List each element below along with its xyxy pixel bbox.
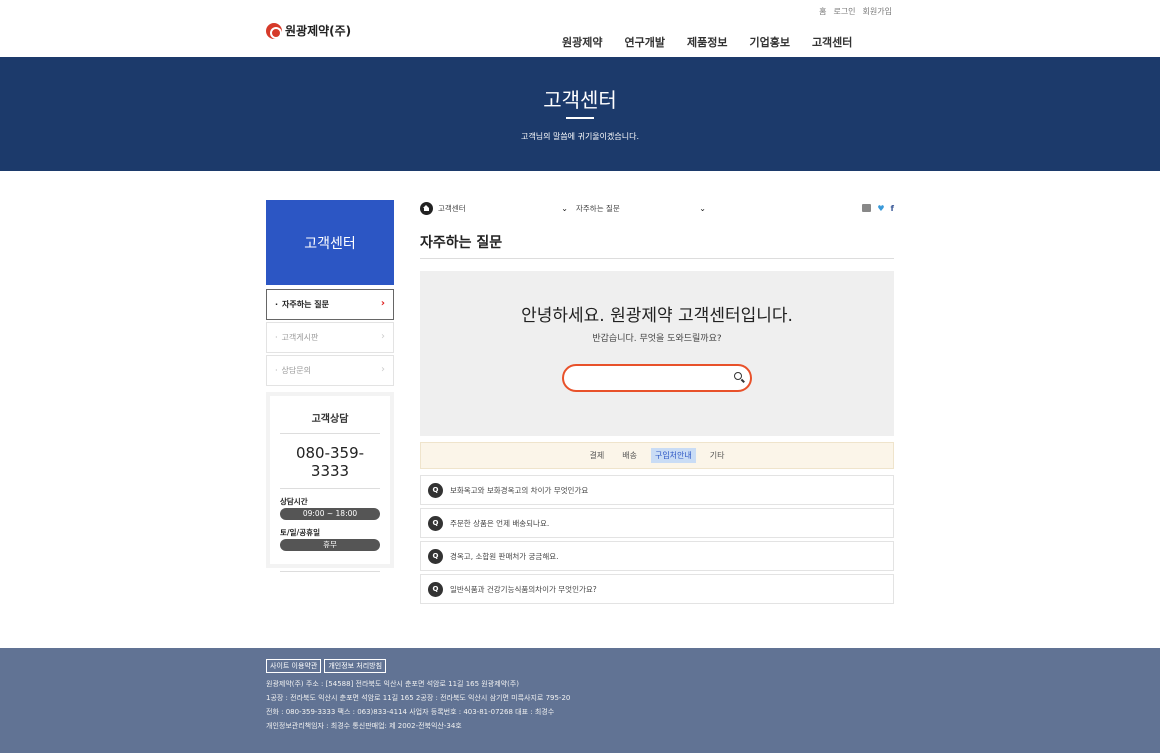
footer-contact-info: 전화 : 080-359-3333 팩스 : 063)833-4114 사업자 … <box>266 708 555 716</box>
search-subtext: 반갑습니다. 무엇을 도와드릴까요? <box>592 334 722 344</box>
search-input[interactable] <box>587 366 737 390</box>
lnb-item-label: 고객게시판 <box>281 333 319 342</box>
search-box <box>562 364 752 392</box>
main-nav: 원광제약 연구개발 제품정보 기업홍보 고객센터 <box>562 34 852 50</box>
tab-payment[interactable]: 결제 <box>585 448 608 463</box>
chevron-right-icon: › <box>381 331 385 342</box>
tab-store-guide[interactable]: 구입처안내 <box>650 448 696 463</box>
faq-search-panel: 안녕하세요. 원광제약 고객센터입니다. 반갑습니다. 무엇을 도와드릴까요? <box>420 271 894 436</box>
print-icon[interactable] <box>862 204 872 212</box>
faq-item[interactable]: Q 보화옥고와 보화경옥고의 차이가 무엇인가요 <box>420 475 894 505</box>
home-icon[interactable] <box>420 201 433 215</box>
lnb-title: 고객센터 <box>266 200 394 285</box>
cs-holiday-label: 토/일/공휴일 <box>280 528 320 537</box>
question-icon: Q <box>428 515 443 531</box>
cs-title: 고객상담 <box>280 396 380 434</box>
share-tools: ♥ f <box>862 204 894 213</box>
question-icon: Q <box>428 581 443 597</box>
lnb-item-faq[interactable]: · 자주하는 질문 › <box>266 289 394 320</box>
tab-etc[interactable]: 기타 <box>706 448 729 463</box>
lnb-item-label: 자주하는 질문 <box>282 300 329 309</box>
footer-company-info: 원광제약(주) 주소 : [54588] 전라북도 익산시 춘포면 석암로 11… <box>266 680 519 688</box>
customer-service-box: 고객상담 080-359-3333 상담시간 09:00 ~ 18:00 토/일… <box>266 392 394 572</box>
bullet-icon: · <box>275 333 278 342</box>
chevron-down-icon: ⌄ <box>699 203 706 213</box>
nav-item-products[interactable]: 제품정보 <box>687 34 727 50</box>
util-login-link[interactable]: 로그인 <box>833 6 855 17</box>
footer-factory-info: 1공장 : 전라북도 익산시 춘포면 석암로 11길 165 2공장 : 전라북… <box>266 694 571 702</box>
logo-icon <box>266 22 282 39</box>
faq-question-text: 보화옥고와 보화경옥고의 차이가 무엇인가요 <box>450 485 589 495</box>
logo[interactable]: 원광제약(주) <box>266 22 351 39</box>
faq-list: Q 보화옥고와 보화경옥고의 차이가 무엇인가요 Q 주문한 상품은 언제 배송… <box>420 475 894 607</box>
nav-item-support[interactable]: 고객센터 <box>812 34 852 50</box>
banner-title: 고객센터 <box>543 88 617 112</box>
faq-item[interactable]: Q 경옥고, 소합원 판매처가 궁금해요. <box>420 541 894 571</box>
chevron-right-icon: › <box>380 298 385 309</box>
search-headline: 안녕하세요. 원광제약 고객센터입니다. <box>521 306 793 326</box>
tab-delivery[interactable]: 배송 <box>618 448 641 463</box>
faq-item[interactable]: Q 일반식품과 건강기능식품의차이가 무엇인가요? <box>420 574 894 604</box>
utility-menu: 홈 로그인 회원가입 <box>819 6 892 17</box>
footer-links: 사이트 이용약관 개인정보 처리방침 <box>266 659 570 673</box>
cs-holiday-value: 휴무 <box>280 539 380 551</box>
faq-item[interactable]: Q 주문한 상품은 언제 배송되나요. <box>420 508 894 538</box>
lnb-item-inquiry[interactable]: · 상담문의 › <box>266 355 394 386</box>
faq-question-text: 일반식품과 건강기능식품의차이가 무엇인가요? <box>450 584 597 594</box>
question-icon: Q <box>428 548 443 564</box>
facebook-icon[interactable]: f <box>891 204 894 213</box>
page-title: 자주하는 질문 <box>420 232 894 259</box>
nav-item-pr[interactable]: 기업홍보 <box>749 34 789 50</box>
cs-phone: 080-359-3333 <box>280 434 380 489</box>
chevron-right-icon: › <box>381 364 385 375</box>
breadcrumb-select-page[interactable]: 자주하는 질문 ⌄ <box>576 203 706 214</box>
search-icon[interactable] <box>734 372 742 380</box>
breadcrumb-select-label: 자주하는 질문 <box>576 203 620 213</box>
footer-terms-link[interactable]: 사이트 이용약관 <box>266 659 322 673</box>
cs-divider <box>280 571 380 572</box>
footer-privacy-info: 개인정보관리책임자 : 최경수 통신판매업: 제 2002-전북익산-34호 <box>266 722 462 730</box>
footer-privacy-link[interactable]: 개인정보 처리방침 <box>324 659 387 673</box>
bullet-icon: · <box>275 300 279 309</box>
cs-hours-value: 09:00 ~ 18:00 <box>280 508 380 520</box>
util-home-link[interactable]: 홈 <box>819 6 826 17</box>
banner-divider <box>566 117 594 119</box>
footer: 사이트 이용약관 개인정보 처리방침 원광제약(주) 주소 : [54588] … <box>0 648 1160 753</box>
breadcrumb-select-label: 고객센터 <box>438 203 466 213</box>
bullet-icon: · <box>275 366 278 375</box>
breadcrumb-select-section[interactable]: 고객센터 ⌄ <box>438 203 568 214</box>
util-join-link[interactable]: 회원가입 <box>863 6 892 17</box>
logo-text: 원광제약(주) <box>285 24 352 38</box>
nav-item-research[interactable]: 연구개발 <box>624 34 664 50</box>
lnb-item-label: 상담문의 <box>281 366 311 375</box>
nav-item-about[interactable]: 원광제약 <box>562 34 602 50</box>
chevron-down-icon: ⌄ <box>561 203 568 213</box>
twitter-icon[interactable]: ♥ <box>877 204 884 213</box>
cs-hours-label: 상담시간 <box>280 497 308 506</box>
faq-question-text: 경옥고, 소합원 판매처가 궁금해요. <box>450 551 559 561</box>
faq-category-tabs: 결제 배송 구입처안내 기타 <box>420 442 894 469</box>
lnb-menu: · 자주하는 질문 › · 고객게시판 › · 상담문의 › <box>266 289 394 388</box>
lnb-item-board[interactable]: · 고객게시판 › <box>266 322 394 353</box>
banner-subtitle: 고객님의 말씀에 귀기울이겠습니다. <box>520 132 640 141</box>
faq-question-text: 주문한 상품은 언제 배송되나요. <box>450 518 550 528</box>
breadcrumb: 고객센터 ⌄ 자주하는 질문 ⌄ ♥ f <box>420 200 894 216</box>
sub-visual-banner: 고객센터 고객님의 말씀에 귀기울이겠습니다. <box>0 57 1160 171</box>
question-icon: Q <box>428 482 443 498</box>
